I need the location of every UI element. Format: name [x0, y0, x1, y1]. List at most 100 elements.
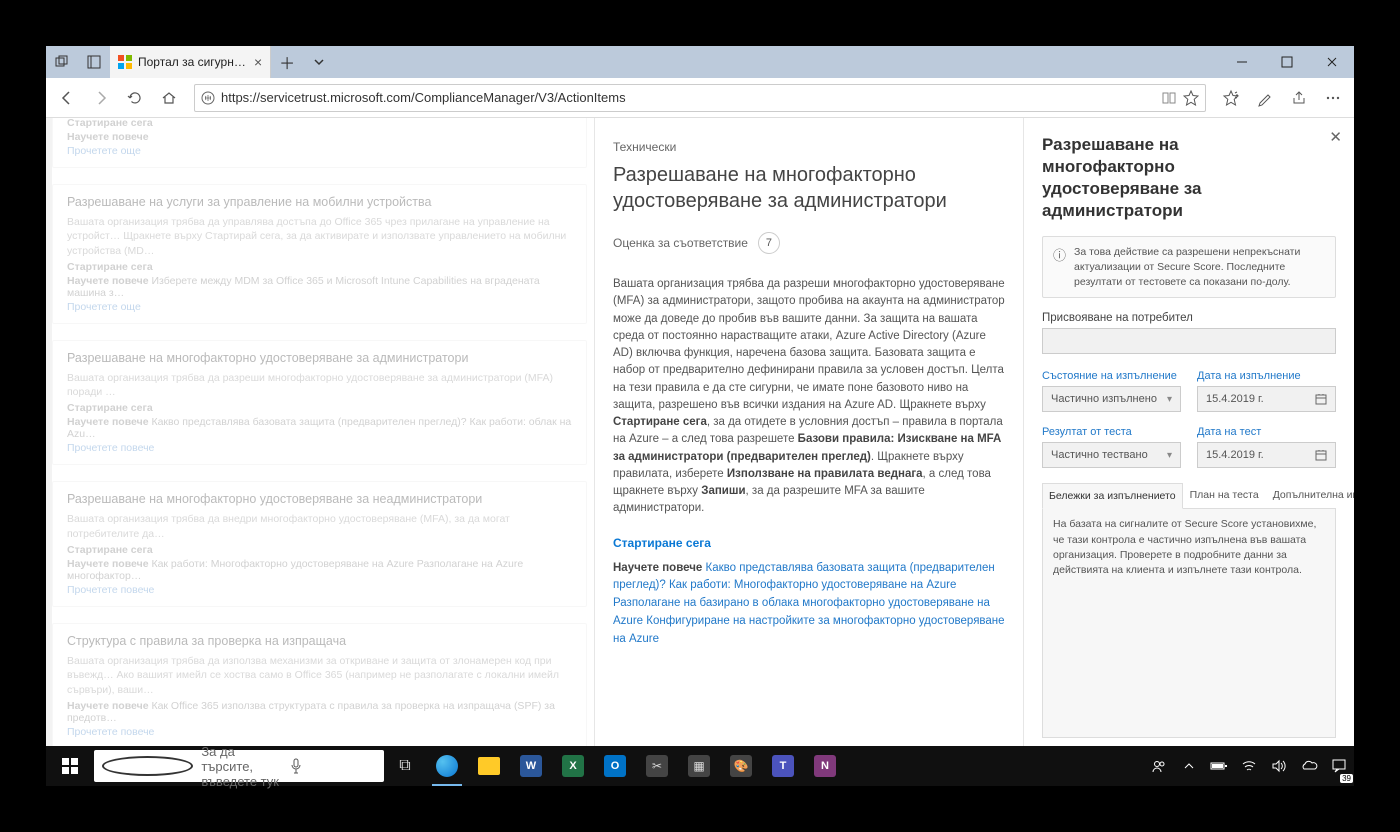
taskbar-app-excel[interactable]: X: [552, 746, 594, 786]
start-button[interactable]: [46, 746, 94, 786]
detail-panel: Технически Разрешаване на многофакторно …: [594, 118, 1024, 786]
list-item-action: Стартиране сега: [67, 261, 572, 273]
list-item-title: Структура с правила за проверка на изпра…: [67, 634, 572, 648]
impl-status-select[interactable]: Частично изпълнено ▾: [1042, 386, 1181, 412]
tabs-set-aside-list-icon[interactable]: [78, 55, 110, 69]
learn-link[interactable]: Как работи: Многофакторно удостоверяване…: [669, 579, 956, 591]
favorites-button[interactable]: [1214, 81, 1248, 115]
assign-user-input[interactable]: [1042, 328, 1336, 354]
list-item-learn: Научете повече Какво представлява базова…: [67, 416, 572, 440]
mic-icon[interactable]: [289, 757, 376, 775]
list-item-learn: Научете повече Как Office 365 използва с…: [67, 700, 572, 724]
people-icon[interactable]: [1144, 746, 1174, 786]
more-button[interactable]: [1316, 81, 1350, 115]
favorite-star-icon[interactable]: [1183, 90, 1199, 106]
taskbar: За да търсите, въведете тук ⧉ W X O ✂ ▦ …: [46, 746, 1354, 786]
onedrive-icon[interactable]: [1294, 746, 1324, 786]
teams-icon: T: [772, 755, 794, 777]
list-item-body: Вашата организация трябва да разреши мно…: [67, 371, 572, 400]
list-item-read-more[interactable]: Прочетете още: [67, 145, 572, 157]
test-result-select[interactable]: Частично тествано ▾: [1042, 442, 1181, 468]
list-item-read-more[interactable]: Прочетете още: [67, 301, 572, 313]
test-date-input[interactable]: 15.4.2019 г.: [1197, 442, 1336, 468]
taskbar-app-explorer[interactable]: [468, 746, 510, 786]
site-info-icon[interactable]: [201, 91, 215, 105]
tab-test-plan[interactable]: План на теста: [1183, 482, 1266, 508]
tabs-dropdown-icon[interactable]: [303, 46, 335, 78]
calendar-icon: [1315, 449, 1327, 461]
test-result-label[interactable]: Резултат от теста: [1042, 426, 1181, 438]
list-item-read-more[interactable]: Прочетете повече: [67, 584, 572, 596]
tab-set-aside-icon[interactable]: [46, 55, 78, 69]
window-minimize-button[interactable]: [1219, 46, 1264, 78]
list-item[interactable]: Разрешаване на многофакторно удостоверяв…: [52, 340, 587, 465]
refresh-button[interactable]: [118, 81, 152, 115]
tab-title: Портал за сигурност на: [138, 55, 248, 69]
reading-view-icon[interactable]: [1161, 91, 1177, 105]
taskbar-app-paint[interactable]: 🎨: [720, 746, 762, 786]
taskbar-app-teams[interactable]: T: [762, 746, 804, 786]
taskbar-search[interactable]: За да търсите, въведете тук: [94, 750, 384, 782]
taskbar-app-onenote[interactable]: N: [804, 746, 846, 786]
folder-icon: [478, 757, 500, 775]
taskbar-app-edge[interactable]: [426, 746, 468, 786]
list-item[interactable]: Използвайте DKIM, за да валидирате изход…: [52, 118, 587, 168]
list-item-action: Стартиране сега: [67, 544, 572, 556]
outlook-icon: O: [604, 755, 626, 777]
taskbar-app-outlook[interactable]: O: [594, 746, 636, 786]
detail-body: Вашата организация трябва да разреши мно…: [613, 276, 1005, 518]
address-bar: https://servicetrust.microsoft.com/Compl…: [46, 78, 1354, 118]
list-item-action: Стартиране сега: [67, 402, 572, 414]
list-item-read-more[interactable]: Прочетете повече: [67, 442, 572, 454]
notes-textarea[interactable]: На базата на сигналите от Secure Score у…: [1042, 509, 1336, 738]
action-center-icon[interactable]: 39: [1324, 746, 1354, 786]
ms-favicon-icon: [118, 55, 132, 69]
window-maximize-button[interactable]: [1264, 46, 1309, 78]
detail-title: Разрешаване на многофакторно удостоверяв…: [613, 162, 1005, 214]
word-icon: W: [520, 755, 542, 777]
photos-icon: ▦: [688, 755, 710, 777]
learn-link[interactable]: Конфигуриране на настройките за многофак…: [613, 615, 1005, 645]
start-now-link[interactable]: Стартиране сега: [613, 536, 1005, 550]
tab-additional-info[interactable]: Допълнителна информация: [1266, 482, 1354, 508]
list-item-action: Стартиране сега: [67, 118, 572, 129]
volume-icon[interactable]: [1264, 746, 1294, 786]
window-close-button[interactable]: [1309, 46, 1354, 78]
compliance-score-badge: 7: [758, 232, 780, 254]
detail-category: Технически: [613, 140, 1005, 154]
impl-date-input[interactable]: 15.4.2019 г.: [1197, 386, 1336, 412]
system-tray: 39: [1144, 746, 1354, 786]
tray-chevron-up-icon[interactable]: [1174, 746, 1204, 786]
forward-button[interactable]: [84, 81, 118, 115]
list-item-title: Разрешаване на услуги за управление на м…: [67, 195, 572, 209]
taskbar-app-word[interactable]: W: [510, 746, 552, 786]
edge-icon: [436, 755, 458, 777]
test-date-label[interactable]: Дата на тест: [1197, 426, 1336, 438]
calendar-icon: [1315, 393, 1327, 405]
new-tab-button[interactable]: ＋: [271, 46, 303, 78]
taskbar-app-photos[interactable]: ▦: [678, 746, 720, 786]
notes-button[interactable]: [1248, 81, 1282, 115]
wifi-icon[interactable]: [1234, 746, 1264, 786]
list-item[interactable]: Структура с правила за проверка на изпра…: [52, 623, 587, 749]
battery-icon[interactable]: [1204, 746, 1234, 786]
tab-close-icon[interactable]: ×: [254, 54, 262, 70]
compliance-score-label: Оценка за съответствие: [613, 236, 748, 250]
list-item-body: Вашата организация трябва да управлява д…: [67, 215, 572, 259]
list-item-read-more[interactable]: Прочетете повече: [67, 726, 572, 738]
close-panel-button[interactable]: ✕: [1329, 128, 1342, 146]
assign-user-label: Присвояване на потребител: [1042, 312, 1336, 324]
task-view-button[interactable]: ⧉: [384, 746, 426, 786]
back-button[interactable]: [50, 81, 84, 115]
home-button[interactable]: [152, 81, 186, 115]
impl-date-label[interactable]: Дата на изпълнение: [1197, 370, 1336, 382]
list-item[interactable]: Разрешаване на услуги за управление на м…: [52, 184, 587, 324]
url-field[interactable]: https://servicetrust.microsoft.com/Compl…: [194, 84, 1206, 112]
taskbar-app-snip[interactable]: ✂: [636, 746, 678, 786]
share-button[interactable]: [1282, 81, 1316, 115]
impl-status-label[interactable]: Състояние на изпълнение: [1042, 370, 1181, 382]
list-item[interactable]: Разрешаване на многофакторно удостоверяв…: [52, 481, 587, 606]
tab-notes[interactable]: Бележки за изпълнението: [1042, 483, 1183, 509]
browser-tab[interactable]: Портал за сигурност на ×: [110, 46, 271, 78]
list-item-title: Разрешаване на многофакторно удостоверяв…: [67, 351, 572, 365]
